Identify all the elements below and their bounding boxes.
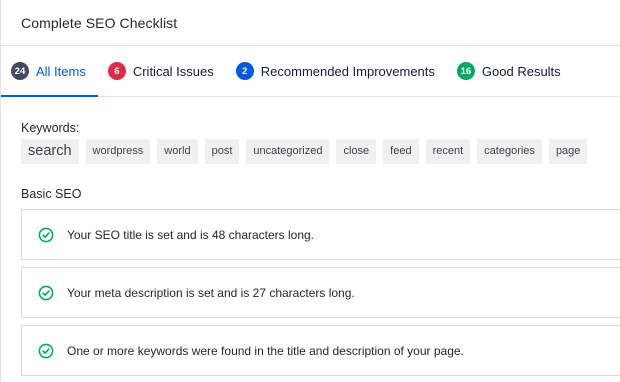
tab-critical-issues[interactable]: 6 Critical Issues: [98, 46, 226, 96]
keyword-tags: search wordpress world post uncategorize…: [21, 139, 620, 164]
basic-seo-heading: Basic SEO: [21, 187, 82, 201]
keyword-tag: page: [548, 139, 588, 164]
check-item-meta-description[interactable]: Your meta description is set and is 27 c…: [21, 267, 620, 318]
keywords-label: Keywords:: [21, 121, 80, 135]
keyword-tag: world: [157, 139, 198, 164]
keyword-tag: post: [204, 139, 240, 164]
tab-all-items[interactable]: 24 All Items: [1, 46, 98, 97]
keyword-tag: search: [21, 139, 79, 164]
all-items-count-badge: 24: [11, 62, 29, 80]
check-item-text: Your meta description is set and is 27 c…: [67, 285, 355, 300]
tab-recommended-improvements[interactable]: 2 Recommended Improvements: [226, 46, 447, 96]
tab-good-results[interactable]: 16 Good Results: [447, 46, 573, 96]
recommended-improvements-count-badge: 2: [235, 62, 254, 80]
keyword-tag: categories: [477, 139, 542, 164]
keyword-tag: uncategorized: [246, 139, 330, 164]
keyword-tag: feed: [383, 139, 419, 164]
checklist-tabs: 24 All Items 6 Critical Issues 2 Recomme…: [1, 46, 620, 97]
checklist-content: Keywords: search wordpress world post un…: [1, 97, 620, 376]
check-circle-icon: [38, 227, 54, 242]
panel-header: Complete SEO Checklist: [1, 0, 620, 46]
keyword-tag: wordpress: [85, 139, 151, 164]
check-item-keywords-found[interactable]: One or more keywords were found in the t…: [21, 325, 620, 376]
tab-all-items-label: All Items: [36, 63, 86, 79]
good-results-count-badge: 16: [456, 62, 475, 80]
panel-title: Complete SEO Checklist: [21, 14, 178, 31]
check-item-text: Your SEO title is set and is 48 characte…: [67, 227, 315, 242]
tab-good-results-label: Good Results: [481, 63, 561, 79]
check-item-text: One or more keywords were found in the t…: [67, 343, 464, 358]
tab-recommended-improvements-label: Recommended Improvements: [260, 63, 435, 79]
keyword-tag: recent: [425, 139, 471, 164]
check-circle-icon: [38, 343, 54, 358]
check-circle-icon: [38, 285, 54, 300]
check-item-seo-title[interactable]: Your SEO title is set and is 48 characte…: [21, 209, 620, 260]
keyword-tag: close: [336, 139, 377, 164]
critical-issues-count-badge: 6: [107, 62, 126, 80]
tab-critical-issues-label: Critical Issues: [132, 63, 214, 79]
seo-checklist-panel: Complete SEO Checklist 24 All Items 6 Cr…: [0, 0, 620, 382]
